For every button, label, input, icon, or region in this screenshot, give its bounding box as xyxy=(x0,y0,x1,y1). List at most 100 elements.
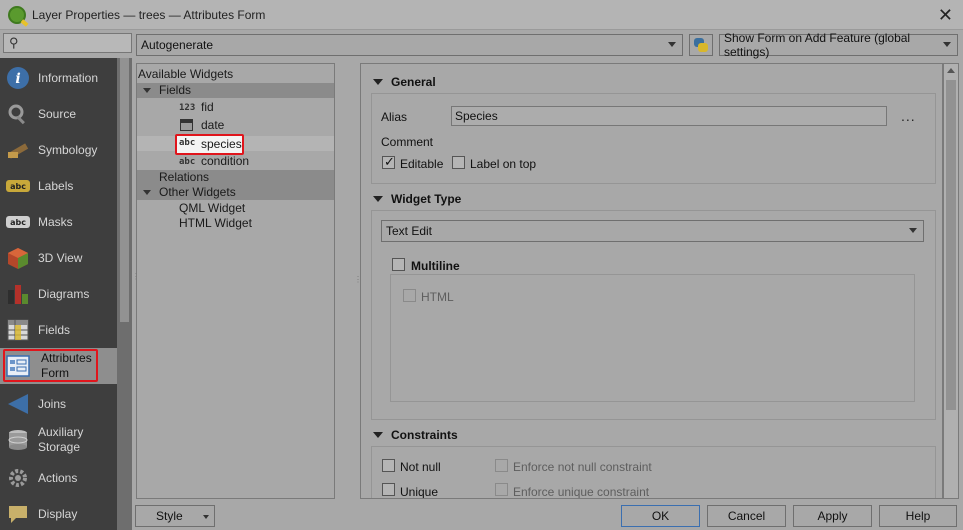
actions-icon xyxy=(6,466,30,490)
source-icon xyxy=(6,102,30,126)
chevron-down-icon xyxy=(203,515,209,519)
sidebar-item-attributes-form[interactable]: Attributes Form xyxy=(0,348,117,384)
sidebar-item-label-line2: Storage xyxy=(38,440,81,454)
tree-group-fields[interactable]: Fields xyxy=(137,83,334,98)
general-title: General xyxy=(391,75,436,89)
ok-button[interactable]: OK xyxy=(621,505,700,527)
editable-checkbox[interactable] xyxy=(382,154,395,170)
sidebar-item-auxiliary-storage[interactable]: Auxiliary Storage xyxy=(0,422,117,458)
python-init-button[interactable] xyxy=(689,34,713,56)
not-null-checkbox[interactable] xyxy=(382,459,395,472)
alias-label: Alias xyxy=(381,110,408,124)
not-null-label: Not null xyxy=(400,460,441,474)
sidebar-item-label: Masks xyxy=(38,215,73,229)
general-section-header[interactable]: General xyxy=(373,75,436,89)
tree-field-label: date xyxy=(201,118,225,132)
integer-field-icon: 123 xyxy=(179,103,196,113)
splitter-handle[interactable]: ⋮ xyxy=(132,273,140,281)
sidebar-item-label: Source xyxy=(38,107,77,121)
tree-group-relations[interactable]: Relations xyxy=(137,170,334,185)
enforce-unique-checkbox[interactable] xyxy=(495,483,508,496)
tree-field-date[interactable]: date xyxy=(137,118,334,133)
cancel-button[interactable]: Cancel xyxy=(707,505,786,527)
multiline-options-box xyxy=(390,274,915,402)
tree-item-qml-widget[interactable]: QML Widget xyxy=(137,201,334,216)
sidebar-item-labels[interactable]: abc Labels xyxy=(0,168,117,204)
tree-header: Available Widgets xyxy=(138,67,234,81)
widget-type-section-header[interactable]: Widget Type xyxy=(373,192,461,206)
sidebar-item-symbology[interactable]: Symbology xyxy=(0,132,117,168)
sidebar-item-label: Display xyxy=(38,507,78,521)
sidebar-item-actions[interactable]: Actions xyxy=(0,460,117,496)
tree-item-html-widget[interactable]: HTML Widget xyxy=(137,216,334,231)
tree-field-label: fid xyxy=(201,100,214,114)
constraints-section-header[interactable]: Constraints xyxy=(373,428,458,442)
enforce-unique-label: Enforce unique constraint xyxy=(513,485,650,499)
sidebar-item-label: Joins xyxy=(38,397,67,411)
collapse-arrow-icon[interactable] xyxy=(373,432,383,438)
collapse-arrow-icon[interactable] xyxy=(373,79,383,85)
joins-icon xyxy=(6,392,30,416)
display-icon xyxy=(6,502,30,526)
window-title: Layer Properties — trees — Attributes Fo… xyxy=(32,7,266,22)
sidebar-item-label-line1: Attributes xyxy=(41,351,92,365)
search-icon: ⚲ xyxy=(9,35,19,50)
style-button[interactable]: Style xyxy=(135,505,215,527)
svg-text:i: i xyxy=(15,71,20,87)
layout-combo[interactable]: Autogenerate xyxy=(136,34,683,56)
config-panel-scrollbar-thumb[interactable] xyxy=(946,80,956,410)
python-icon xyxy=(694,38,708,52)
enforce-not-null-checkbox[interactable] xyxy=(495,459,508,472)
text-field-icon: abc xyxy=(179,157,196,167)
sidebar-item-information[interactable]: i Information xyxy=(0,60,117,96)
suppress-form-combo[interactable]: Show Form on Add Feature (global setting… xyxy=(719,31,958,59)
sidebar-item-label: Auxiliary Storage xyxy=(38,425,83,455)
label-on-top-label: Label on top xyxy=(470,157,537,171)
3d-view-icon xyxy=(6,246,30,270)
tree-item-label: HTML Widget xyxy=(179,216,252,230)
sidebar-item-fields[interactable]: Fields xyxy=(0,312,117,348)
chevron-down-icon xyxy=(909,228,917,233)
sidebar-scrollbar-thumb[interactable] xyxy=(120,58,129,322)
expand-arrow-icon[interactable] xyxy=(143,88,151,93)
help-button[interactable]: Help xyxy=(879,505,957,527)
attributes-form-icon xyxy=(6,354,30,378)
tree-group-other-widgets[interactable]: Other Widgets xyxy=(137,185,334,200)
svg-text:abc: abc xyxy=(10,182,26,191)
sidebar-item-label: Actions xyxy=(38,471,78,485)
html-checkbox[interactable] xyxy=(403,289,416,302)
sidebar-item-joins[interactable]: Joins xyxy=(0,386,117,422)
expand-arrow-icon[interactable] xyxy=(143,190,151,195)
sidebar-item-label-line1: Auxiliary xyxy=(38,425,84,439)
label-on-top-checkbox[interactable] xyxy=(452,156,465,169)
collapse-arrow-icon[interactable] xyxy=(373,196,383,202)
tree-group-relations-label: Relations xyxy=(159,170,210,184)
tree-field-condition[interactable]: abc condition xyxy=(137,154,334,169)
widget-type-combo[interactable]: Text Edit xyxy=(381,220,924,242)
sidebar-search-input[interactable]: ⚲ xyxy=(3,33,132,53)
multiline-checkbox[interactable] xyxy=(392,258,405,271)
config-panel-scrollbar[interactable] xyxy=(943,63,959,499)
scroll-up-icon[interactable] xyxy=(947,68,955,73)
sidebar-item-3d-view[interactable]: 3D View xyxy=(0,240,117,276)
sidebar-item-label: 3D View xyxy=(38,251,83,265)
apply-button[interactable]: Apply xyxy=(793,505,872,527)
sidebar-scrollbar[interactable] xyxy=(117,58,132,530)
sidebar-item-diagrams[interactable]: Diagrams xyxy=(0,276,117,312)
sidebar-item-masks[interactable]: abc Masks xyxy=(0,204,117,240)
sidebar-item-source[interactable]: Source xyxy=(0,96,117,132)
sidebar-item-label: Fields xyxy=(38,323,71,337)
alias-input[interactable]: Species xyxy=(451,106,887,126)
layout-combo-value: Autogenerate xyxy=(141,38,214,52)
tree-group-other-label: Other Widgets xyxy=(159,185,236,199)
tree-field-species[interactable] xyxy=(137,136,334,151)
enforce-not-null-label: Enforce not null constraint xyxy=(513,460,652,474)
close-icon[interactable]: ✕ xyxy=(938,5,953,26)
sidebar-item-display[interactable]: Display xyxy=(0,496,117,530)
multiline-label: Multiline xyxy=(411,259,460,273)
tree-field-fid[interactable]: 123 fid xyxy=(137,100,334,115)
unique-checkbox[interactable] xyxy=(382,483,395,496)
tree-item-label: QML Widget xyxy=(179,201,246,215)
alias-options-button[interactable]: ... xyxy=(901,108,916,124)
svg-text:abc: abc xyxy=(10,218,26,227)
